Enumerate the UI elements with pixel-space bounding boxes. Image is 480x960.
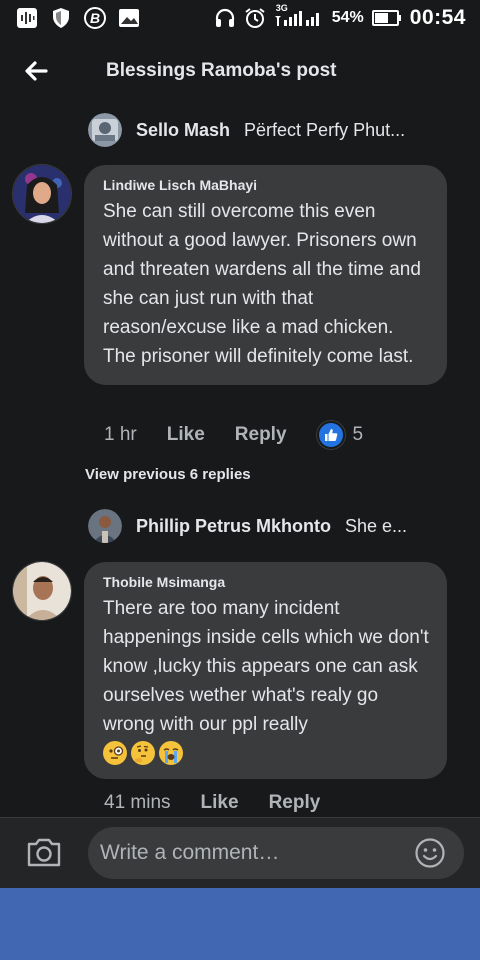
audio-app-icon: [16, 7, 38, 29]
signal-icon: 3G: [274, 3, 324, 29]
comment-actions: 1 hr Like Reply 5: [104, 420, 363, 450]
comment-bubble: Lindiwe Lisch MaBhayi She can still over…: [84, 165, 447, 385]
alarm-icon: [244, 7, 266, 29]
reaction-summary[interactable]: 5: [316, 421, 364, 449]
comment-time[interactable]: 1 hr: [104, 424, 137, 446]
smiley-icon: [415, 838, 445, 868]
svg-text:B: B: [90, 10, 100, 26]
reply-preview-sello[interactable]: Sello Mash Pёrfect Perfy Phut...: [88, 110, 468, 150]
reply-button[interactable]: Reply: [235, 424, 287, 446]
camera-button[interactable]: [26, 836, 64, 870]
shield-icon: [50, 7, 72, 29]
status-bar: B 3G 54% 00:54: [0, 0, 480, 36]
thinking-face-icon: [131, 741, 155, 765]
bitcoin-icon: B: [84, 7, 106, 29]
comment-composer: [0, 817, 480, 889]
headphones-icon: [214, 7, 236, 29]
comment-time[interactable]: 41 mins: [104, 792, 171, 814]
comment-text: She can still overcome this even without…: [103, 201, 421, 367]
reply-author: Sello Mash: [136, 119, 231, 140]
system-nav-bar: [0, 888, 480, 960]
view-previous-replies-link[interactable]: View previous 6 replies: [85, 466, 251, 483]
like-button[interactable]: Like: [201, 792, 239, 814]
image-icon: [118, 7, 140, 29]
reaction-count: 5: [352, 424, 364, 445]
clock: 00:54: [409, 6, 466, 29]
avatar: [88, 113, 122, 147]
emoji-row: [103, 741, 429, 765]
top-app-bar: Blessings Ramoba's post: [0, 46, 480, 96]
comment-author[interactable]: Lindiwe Lisch MaBhayi: [103, 177, 429, 193]
page-title: Blessings Ramoba's post: [106, 60, 337, 81]
like-reaction-icon: [316, 421, 345, 449]
comment-author[interactable]: Thobile Msimanga: [103, 574, 429, 590]
back-button[interactable]: [16, 51, 56, 91]
reply-button[interactable]: Reply: [269, 792, 321, 814]
battery-percent: 54%: [331, 9, 364, 26]
back-arrow-icon: [25, 61, 48, 81]
loudly-crying-face-icon: [159, 741, 183, 765]
comment-text: There are too many incident happenings i…: [103, 598, 429, 735]
battery-icon: [371, 7, 402, 29]
network-type: 3G: [275, 3, 288, 13]
comment-bubble: Thobile Msimanga There are too many inci…: [84, 562, 447, 779]
comment-actions: 41 mins Like Reply: [104, 788, 350, 818]
avatar-thobile[interactable]: [12, 561, 72, 621]
avatar: [88, 509, 122, 543]
face-with-monocle-icon: [103, 741, 127, 765]
camera-icon: [27, 838, 61, 867]
reply-snippet: Pёrfect Perfy Phut...: [244, 119, 406, 140]
comment-input-box[interactable]: [88, 827, 464, 879]
emoji-picker-button[interactable]: [414, 837, 446, 869]
avatar-lindiwe[interactable]: [12, 164, 72, 224]
comment-input[interactable]: [98, 840, 402, 866]
reply-preview-phillip[interactable]: Phillip Petrus Mkhonto She e...: [88, 506, 468, 546]
like-button[interactable]: Like: [167, 424, 205, 446]
reply-snippet: She e...: [345, 515, 408, 536]
reply-author: Phillip Petrus Mkhonto: [136, 515, 332, 536]
